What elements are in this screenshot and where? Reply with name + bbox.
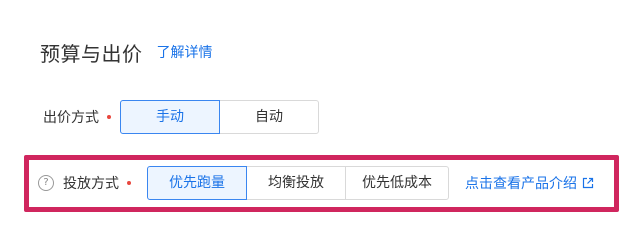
bid-method-row: 出价方式 手动 自动 (0, 100, 319, 134)
bid-method-label-wrap: 出价方式 (0, 107, 120, 127)
product-intro-link-text: 点击查看产品介绍 (465, 176, 577, 192)
required-marker (107, 115, 111, 119)
section-header: 预算与出价 了解详情 (40, 36, 213, 68)
bid-method-toggle: 手动 自动 (120, 100, 319, 134)
question-circle-icon[interactable]: ? (38, 175, 54, 191)
delivery-method-label-wrap: 投放方式 (63, 173, 147, 193)
delivery-method-toggle: 优先跑量 均衡投放 优先低成本 (147, 166, 449, 200)
delivery-option-balanced[interactable]: 均衡投放 (246, 166, 346, 200)
delivery-method-label: 投放方式 (63, 176, 119, 192)
delivery-method-row: ? 投放方式 优先跑量 均衡投放 优先低成本 点击查看产品介绍 (38, 166, 594, 200)
required-marker (127, 181, 131, 185)
external-link-icon (582, 177, 594, 189)
learn-more-link[interactable]: 了解详情 (157, 42, 213, 62)
bid-option-auto[interactable]: 自动 (219, 100, 319, 134)
page-title: 预算与出价 (40, 41, 143, 66)
delivery-option-low-cost[interactable]: 优先低成本 (345, 166, 449, 200)
bid-option-manual[interactable]: 手动 (120, 100, 220, 134)
budget-bid-panel: 预算与出价 了解详情 出价方式 手动 自动 ? 投放方式 优先跑量 均衡投放 优… (0, 0, 633, 248)
bid-method-label: 出价方式 (43, 110, 99, 126)
delivery-option-max-volume[interactable]: 优先跑量 (147, 166, 247, 200)
product-intro-link[interactable]: 点击查看产品介绍 (465, 173, 594, 193)
